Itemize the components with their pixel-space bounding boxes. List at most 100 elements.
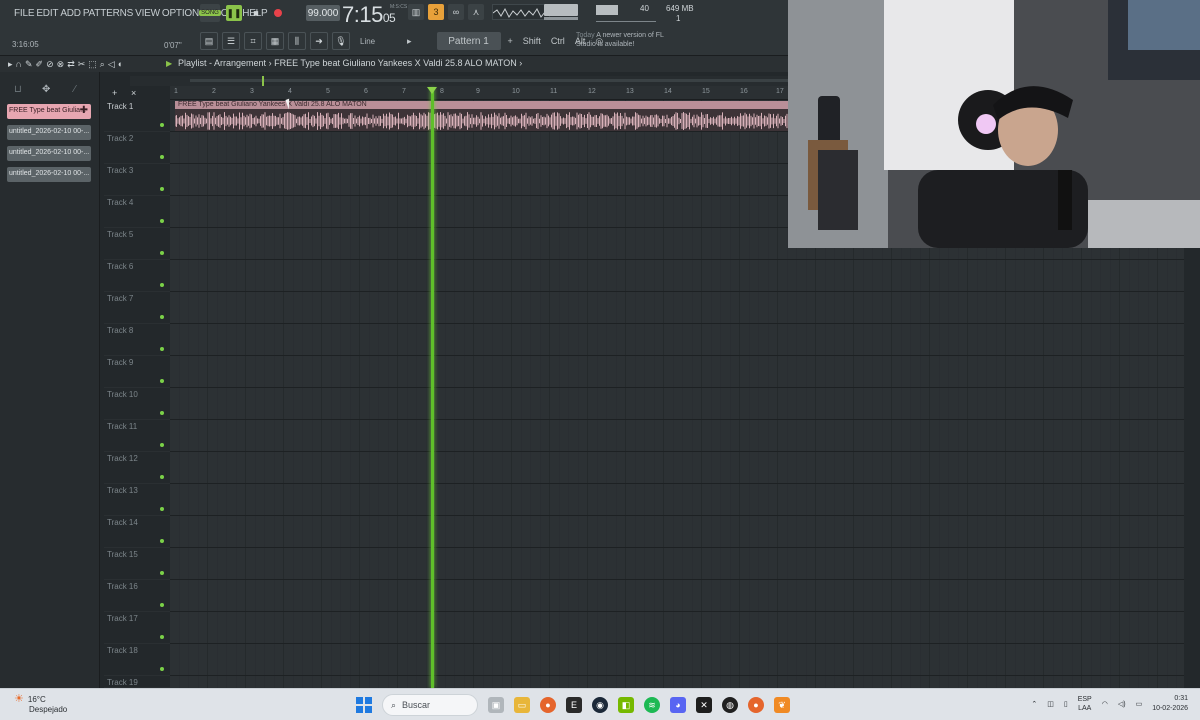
menu-add[interactable]: ADD (60, 8, 81, 19)
mixer-icon[interactable]: ⫼ (288, 32, 306, 50)
track-header[interactable]: Track 3 (104, 164, 170, 196)
master-volume-meter[interactable] (544, 4, 578, 16)
track-mute-led[interactable] (160, 475, 164, 479)
picker-mode-icon[interactable]: ⊔ (14, 84, 22, 95)
pencil-icon[interactable]: ✎ (25, 59, 33, 70)
track-mute-led[interactable] (160, 347, 164, 351)
stop-button[interactable]: ■ (248, 5, 264, 21)
mute-icon[interactable]: ⊗ (57, 59, 65, 70)
track-mute-led[interactable] (160, 155, 164, 159)
track-header[interactable]: Track 11 (104, 420, 170, 452)
fl-studio-icon[interactable]: ❦ (774, 697, 790, 713)
loop-record-icon[interactable]: ∞ (448, 4, 464, 20)
track-mute-led[interactable] (160, 251, 164, 255)
task-view-icon[interactable]: ▣ (488, 697, 504, 713)
track-mute-led[interactable] (160, 219, 164, 223)
piano-roll-icon[interactable]: ⌗ (244, 32, 262, 50)
track-header[interactable]: Track 4 (104, 196, 170, 228)
add-pattern-button[interactable]: + (505, 36, 516, 46)
track-header[interactable]: Track 7 (104, 292, 170, 324)
taskbar-search[interactable]: ⌕ Buscar (382, 694, 478, 716)
paint-icon[interactable]: ✐ (36, 59, 44, 70)
track-header[interactable]: Track 1 (104, 100, 170, 132)
metronome-icon[interactable]: ⋏ (468, 4, 484, 20)
track-header[interactable]: Track 16 (104, 580, 170, 612)
song-position-clock[interactable]: 7:1505 (342, 2, 396, 28)
track-mute-led[interactable] (160, 571, 164, 575)
playback-icon[interactable]: ◁ (108, 59, 115, 70)
track-mute-led[interactable] (160, 187, 164, 191)
pat-song-toggle[interactable]: SONG (199, 4, 221, 22)
track-mute-led[interactable] (160, 123, 164, 127)
delete-icon[interactable]: ⊘ (46, 59, 54, 70)
add-clip-icon[interactable]: ✚ (80, 105, 88, 116)
track-header[interactable]: Track 8 (104, 324, 170, 356)
track-mute-led[interactable] (160, 667, 164, 671)
track-header[interactable]: Track 19 (104, 676, 170, 688)
track-mute-led[interactable] (160, 283, 164, 287)
menu-edit[interactable]: EDIT (36, 8, 58, 19)
scroll-thumb[interactable] (262, 76, 264, 86)
discord-icon[interactable]: ◕ (670, 697, 686, 713)
arrow-icon[interactable]: ▸ (8, 59, 13, 70)
channel-rack-icon[interactable]: ☰ (222, 32, 240, 50)
playlist-play-icon[interactable]: ▶ (166, 59, 172, 68)
picker-move-icon[interactable]: ✥ (42, 84, 50, 95)
track-header[interactable]: Track 15 (104, 548, 170, 580)
track-header[interactable]: Track 18 (104, 644, 170, 676)
battery-icon[interactable]: ▭ (1136, 700, 1143, 708)
taskbar-clock[interactable]: 0:31 10-02-2026 (1152, 694, 1188, 714)
ctrl-key-button[interactable]: Ctrl (548, 36, 568, 46)
record-button[interactable] (270, 5, 286, 21)
playlist-scrollbar[interactable] (130, 76, 790, 86)
microphone-icon[interactable]: 🎙 (332, 32, 350, 50)
menu-view[interactable]: VIEW (135, 8, 160, 19)
track-mute-led[interactable] (160, 603, 164, 607)
track-header[interactable]: Track 6 (104, 260, 170, 292)
close-icon[interactable]: × (131, 88, 136, 98)
pattern-selector[interactable]: Pattern 1 (436, 32, 501, 50)
file-explorer-icon[interactable]: ▭ (514, 697, 530, 713)
picker-item[interactable]: untitled_2026-02-10 00-... (7, 146, 91, 161)
playhead-marker[interactable] (427, 87, 437, 94)
snap-next-icon[interactable]: ▸ (404, 36, 415, 47)
slip-icon[interactable]: ⇄ (67, 59, 75, 70)
typing-keyboard-icon[interactable]: ▥ (408, 4, 424, 20)
picker-item[interactable]: untitled_2026-02-10 00-... (7, 125, 91, 140)
wifi-icon[interactable]: ◠ (1102, 700, 1108, 708)
track-mute-led[interactable] (160, 507, 164, 511)
arrangement-name[interactable]: FREE Type beat Giuliano Yankees X Valdi … (274, 58, 517, 68)
speaker-icon[interactable]: ◐ (118, 59, 123, 70)
scroll-track[interactable] (190, 79, 790, 82)
epic-games-icon[interactable]: E (566, 697, 582, 713)
nvidia-icon[interactable]: ◧ (618, 697, 634, 713)
track-mute-led[interactable] (160, 443, 164, 447)
shift-key-button[interactable]: Shift (520, 36, 544, 46)
countdown-icon[interactable]: 3 (428, 4, 444, 20)
pause-button[interactable]: ❚❚ (226, 5, 242, 21)
steam-icon[interactable]: ◉ (592, 697, 608, 713)
arrow-right-icon[interactable]: ➜ (310, 32, 328, 50)
language-indicator[interactable]: ESP LAA (1078, 695, 1092, 713)
windows-start-icon[interactable] (356, 697, 372, 713)
track-header[interactable]: Track 17 (104, 612, 170, 644)
select-icon[interactable]: ⬚ (88, 59, 97, 70)
track-header[interactable]: Track 14 (104, 516, 170, 548)
track-header[interactable]: Track 9 (104, 356, 170, 388)
browser-icon[interactable]: ▦ (266, 32, 284, 50)
slice-icon[interactable]: ✂ (78, 59, 86, 70)
picker-wand-icon[interactable]: ⁄ (74, 84, 76, 95)
picker-item[interactable]: FREE Type beat Giulia... ✚ (7, 104, 91, 119)
track-mute-led[interactable] (160, 315, 164, 319)
master-pitch-meter[interactable] (544, 17, 578, 20)
track-header[interactable]: Track 12 (104, 452, 170, 484)
track-mute-led[interactable] (160, 379, 164, 383)
weather-widget[interactable]: ☀ 16°C Despejado (14, 694, 67, 715)
spotify-icon[interactable]: ≋ (644, 697, 660, 713)
track-mute-led[interactable] (160, 539, 164, 543)
playlist-icon[interactable]: ▤ (200, 32, 218, 50)
track-header[interactable]: Track 5 (104, 228, 170, 260)
firefox-icon[interactable]: ● (540, 697, 556, 713)
timeline-ruler[interactable]: 1 2 3 4 5 6 7 8 9 10 11 12 13 14 15 16 1… (170, 86, 788, 100)
menu-file[interactable]: FILE (14, 8, 35, 19)
